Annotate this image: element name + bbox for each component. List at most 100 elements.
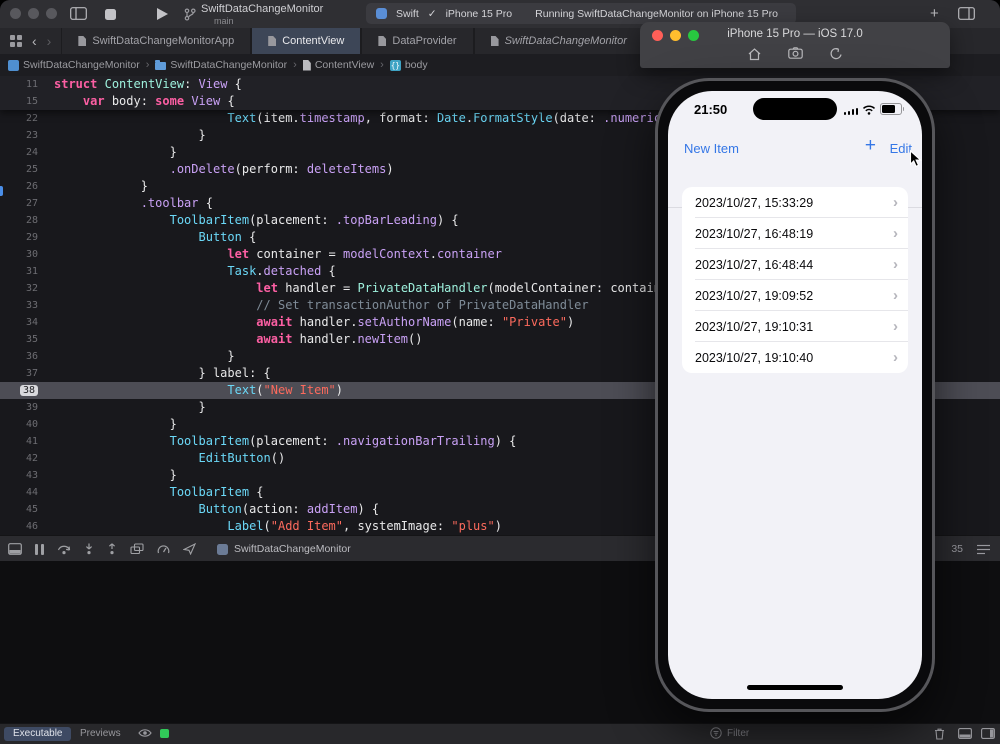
pause-icon[interactable]	[35, 543, 44, 555]
breadcrumb-item-SwiftDataChangeMonitor[interactable]: SwiftDataChangeMonitor	[8, 59, 140, 71]
related-items-icon[interactable]	[10, 35, 22, 47]
line-number[interactable]: 45	[0, 501, 54, 518]
line-number[interactable]: 15	[0, 93, 54, 110]
add-editor-plus-button[interactable]: +	[930, 5, 939, 22]
debug-area-toggle-icon[interactable]	[8, 543, 22, 555]
screenshot-icon[interactable]	[788, 47, 803, 61]
line-number[interactable]: 36	[0, 348, 54, 365]
run-button[interactable]	[157, 8, 168, 20]
navigation-bar: New Item + Edit	[668, 131, 922, 208]
home-button-icon[interactable]	[747, 47, 762, 61]
list-item[interactable]: 2023/10/27, 19:09:52 ›	[682, 280, 908, 311]
line-number[interactable]: 35	[0, 331, 54, 348]
line-number[interactable]: 29	[0, 229, 54, 246]
stop-button[interactable]	[105, 9, 116, 20]
file-icon	[378, 36, 387, 46]
line-number[interactable]: 43	[0, 467, 54, 484]
trash-icon[interactable]	[934, 728, 945, 740]
step-out-icon[interactable]	[107, 543, 117, 555]
close-window-button[interactable]	[10, 8, 21, 19]
line-number[interactable]: 25	[0, 161, 54, 178]
line-number[interactable]: 27	[0, 195, 54, 212]
cellular-icon	[843, 107, 858, 115]
line-number[interactable]: 33	[0, 297, 54, 314]
breadcrumb-separator-icon: ›	[380, 59, 384, 71]
activity-text: Running SwiftDataChangeMonitor on iPhone…	[535, 7, 778, 20]
scheme-icon	[376, 8, 387, 19]
rotate-icon[interactable]	[829, 47, 843, 61]
view-debugger-icon[interactable]	[130, 543, 144, 555]
chevron-right-icon: ›	[893, 194, 898, 211]
run-destination[interactable]: iPhone 15 Pro	[446, 8, 513, 20]
line-number[interactable]: 26	[0, 178, 54, 195]
file-icon	[268, 36, 277, 46]
console-scope-executable[interactable]: Executable	[4, 727, 72, 741]
tab-SwiftDataChangeMonitorApp[interactable]: SwiftDataChangeMonitorApp	[61, 28, 252, 54]
battery-icon	[880, 103, 904, 115]
eye-icon[interactable]	[138, 728, 152, 738]
activity-status[interactable]: Swift ✓ iPhone 15 Pro Running SwiftDataC…	[366, 3, 796, 24]
line-number[interactable]: 46	[0, 518, 54, 535]
sidebar-toggle-icon[interactable]	[70, 7, 87, 20]
iphone-screen[interactable]: 21:50 New Item + Edit 2023/10/27, 15:33:…	[668, 91, 922, 699]
line-number[interactable]: 34	[0, 314, 54, 331]
simulate-location-icon[interactable]	[183, 543, 196, 555]
line-number[interactable]: 40	[0, 416, 54, 433]
line-number[interactable]: 24	[0, 144, 54, 161]
line-number[interactable]: 31	[0, 263, 54, 280]
line-number[interactable]: 28	[0, 212, 54, 229]
simulator-titlebar[interactable]: iPhone 15 Pro — iOS 17.0	[640, 22, 950, 68]
line-number[interactable]: 23	[0, 127, 54, 144]
new-item-button[interactable]: New Item	[684, 141, 739, 156]
console-filter-field[interactable]: Filter	[710, 727, 749, 739]
line-number[interactable]: 38	[0, 382, 54, 399]
breadcrumb-item-body[interactable]: body	[389, 59, 428, 71]
console-pane-icon[interactable]	[958, 728, 972, 739]
chevron-right-icon: ›	[893, 318, 898, 335]
list-item[interactable]: 2023/10/27, 19:10:40 ›	[682, 342, 908, 373]
line-number[interactable]: 41	[0, 433, 54, 450]
desktop: { "colors": { "keyword": "#fc5fa3", "typ…	[0, 0, 1000, 744]
git-branch-icon	[184, 8, 196, 21]
step-over-icon[interactable]	[57, 543, 71, 555]
memory-gauge-icon[interactable]	[157, 543, 170, 555]
home-indicator[interactable]	[747, 685, 843, 690]
bookmark-indicator[interactable]	[0, 186, 3, 196]
breadcrumb-item-SwiftDataChangeMonitor[interactable]: SwiftDataChangeMonitor	[155, 59, 287, 71]
line-number[interactable]: 30	[0, 246, 54, 263]
project-name[interactable]: SwiftDataChangeMonitor main	[201, 3, 323, 27]
debug-process-menu[interactable]: SwiftDataChangeMonitor	[217, 543, 351, 555]
line-number[interactable]: 39	[0, 399, 54, 416]
file-icon	[78, 36, 87, 46]
breadcrumb-separator-icon: ›	[293, 59, 297, 71]
debug-gauge-badge[interactable]	[160, 729, 169, 738]
breadcrumb-item-ContentView[interactable]: ContentView	[302, 59, 374, 71]
stack-frames-icon[interactable]	[977, 544, 990, 555]
list-item[interactable]: 2023/10/27, 16:48:19 ›	[682, 218, 908, 249]
chevron-right-icon: ›	[893, 287, 898, 304]
line-number[interactable]: 44	[0, 484, 54, 501]
forward-icon[interactable]: ›	[47, 33, 52, 49]
add-item-button[interactable]: +	[865, 135, 876, 157]
list-item[interactable]: 2023/10/27, 19:10:31 ›	[682, 311, 908, 342]
back-icon[interactable]: ‹	[32, 33, 37, 49]
step-into-icon[interactable]	[84, 543, 94, 555]
tab-ContentView[interactable]: ContentView	[251, 28, 362, 54]
line-number[interactable]: 11	[0, 76, 54, 93]
zoom-window-button[interactable]	[46, 8, 57, 19]
line-number[interactable]: 42	[0, 450, 54, 467]
list-item[interactable]: 2023/10/27, 15:33:29 ›	[682, 187, 908, 218]
bottom-bar: Executable Previews Filter	[0, 723, 1000, 744]
line-number[interactable]: 37	[0, 365, 54, 382]
editor-layout-icon[interactable]	[958, 7, 975, 20]
line-number[interactable]: 32	[0, 280, 54, 297]
tab-SwiftDataChangeMonitor[interactable]: SwiftDataChangeMonitor	[473, 28, 644, 54]
list-item[interactable]: 2023/10/27, 16:48:44 ›	[682, 249, 908, 280]
line-number[interactable]: 22	[0, 110, 54, 127]
inspector-pane-icon[interactable]	[981, 728, 995, 739]
minimize-window-button[interactable]	[28, 8, 39, 19]
chevron-right-icon: ›	[893, 225, 898, 242]
console-scope-previews[interactable]: Previews	[80, 728, 121, 739]
simulator-title: iPhone 15 Pro — iOS 17.0	[727, 28, 863, 40]
tab-DataProvider[interactable]: DataProvider	[361, 28, 474, 54]
